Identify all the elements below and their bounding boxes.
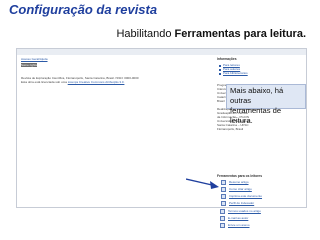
callout-line-1: Mais abaixo, há outras bbox=[230, 86, 284, 105]
tool-item[interactable]: E-mail ao autor bbox=[220, 215, 248, 221]
tool-label: Como citar artigo bbox=[229, 187, 252, 191]
subtitle-prefix: Habilitando bbox=[116, 28, 175, 40]
bullet-icon bbox=[219, 73, 221, 75]
tool-label: E-mail ao autor bbox=[228, 216, 249, 220]
tool-label: Imprima este documento bbox=[229, 194, 263, 198]
slide-title: Configuração da revista bbox=[9, 2, 158, 17]
tool-item[interactable]: Perfil do Indexador bbox=[221, 200, 254, 206]
cite-icon bbox=[221, 186, 226, 192]
tool-item[interactable]: Termos usados no artigo bbox=[220, 208, 261, 214]
sidebar-section-title: Informações bbox=[217, 57, 237, 61]
tool-label: Resumo artigo bbox=[229, 180, 249, 184]
license-link[interactable]: Licença Creative Commons Atribuição 3.0. bbox=[68, 80, 125, 84]
tool-item[interactable]: Envie um anexo bbox=[220, 222, 250, 228]
browser-top-bar bbox=[17, 49, 306, 55]
tool-label: Termos usados no artigo bbox=[228, 209, 261, 213]
cc-badge-icon[interactable]: Some rights bbox=[21, 63, 37, 67]
about-text-11: Florianópolis, Brasil bbox=[217, 127, 244, 131]
subtitle-emphasis: Ferramentas para leitura. bbox=[174, 28, 306, 40]
attachment-icon bbox=[220, 222, 225, 228]
bullet-icon bbox=[219, 65, 221, 67]
abstract-icon bbox=[221, 179, 226, 185]
tools-title: Ferramentas para os leitores bbox=[217, 174, 263, 178]
pointer-arrow-icon bbox=[186, 178, 219, 189]
terms-icon bbox=[220, 208, 225, 214]
journal-screenshot: Acesso Geral/Ajuda Some rights Esta obra… bbox=[16, 48, 307, 208]
cc-license-row: Some rights bbox=[21, 63, 37, 67]
breadcrumb[interactable]: Acesso Geral/Ajuda bbox=[21, 57, 48, 61]
tool-item[interactable]: Imprima este documento bbox=[221, 193, 262, 199]
print-icon bbox=[221, 193, 226, 199]
issn-text: Revista de Exploração Científica, Floria… bbox=[21, 76, 139, 80]
tool-label: Envie um anexo bbox=[228, 223, 250, 227]
callout-box: Mais abaixo, há outras ferramentas de le… bbox=[226, 84, 306, 125]
tool-label: Perfil do Indexador bbox=[229, 201, 255, 205]
tool-item[interactable]: Resumo artigo bbox=[221, 179, 249, 185]
slide-subtitle: Habilitando Ferramentas para leitura. bbox=[116, 28, 306, 40]
bullet-icon bbox=[219, 69, 221, 71]
license-text: Esta obra está licenciada sob uma bbox=[21, 80, 68, 84]
tool-item[interactable]: Como citar artigo bbox=[221, 186, 252, 192]
sidebar-link-librarians[interactable]: Para bibliotecários bbox=[223, 71, 248, 75]
callout-line-2: ferramentas de leitura. bbox=[230, 106, 282, 125]
indexing-icon bbox=[221, 200, 226, 206]
email-icon bbox=[220, 215, 225, 221]
